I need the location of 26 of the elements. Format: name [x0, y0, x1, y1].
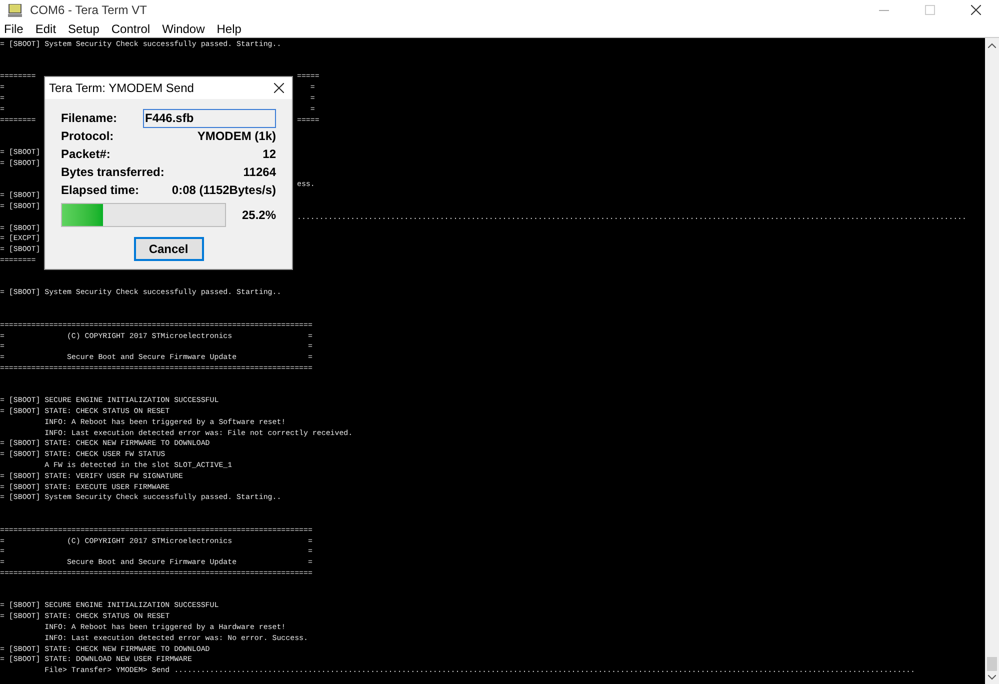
scrollbar[interactable] [985, 38, 999, 684]
menu-item[interactable]: File [4, 20, 24, 38]
field-value: 0:08 (1152Bytes/s) [172, 182, 276, 199]
field-label: Packet#: [61, 146, 110, 163]
menu-item[interactable]: Edit [35, 20, 56, 38]
dialog-title: Tera Term: YMODEM Send [49, 80, 194, 97]
menu-item[interactable]: Help [216, 20, 242, 38]
scrollbar-thumb[interactable] [987, 657, 997, 671]
app-icon [8, 4, 22, 16]
field-label: Protocol: [61, 128, 114, 145]
menu-item[interactable]: Window [162, 20, 205, 38]
close-icon[interactable] [274, 83, 284, 93]
menu-item[interactable]: Setup [68, 20, 100, 38]
field-label: Bytes transferred: [61, 164, 164, 181]
progress-reading: 25.2% [242, 207, 276, 224]
field-value: YMODEM (1k) [197, 128, 276, 145]
menu-item[interactable]: Control [111, 20, 150, 38]
field-label: Filename: [61, 110, 118, 127]
cancel-button[interactable]: Cancel [134, 237, 204, 261]
field-value: 12 [262, 146, 276, 163]
window-title: COM6 - Tera Term VT [30, 2, 147, 19]
field-value: 11264 [243, 164, 276, 181]
field-label: Elapsed time: [61, 182, 140, 199]
scroll-up-icon[interactable] [988, 43, 996, 48]
filename-field[interactable]: F446.sfb [143, 108, 276, 128]
scroll-down-icon[interactable] [988, 675, 996, 680]
